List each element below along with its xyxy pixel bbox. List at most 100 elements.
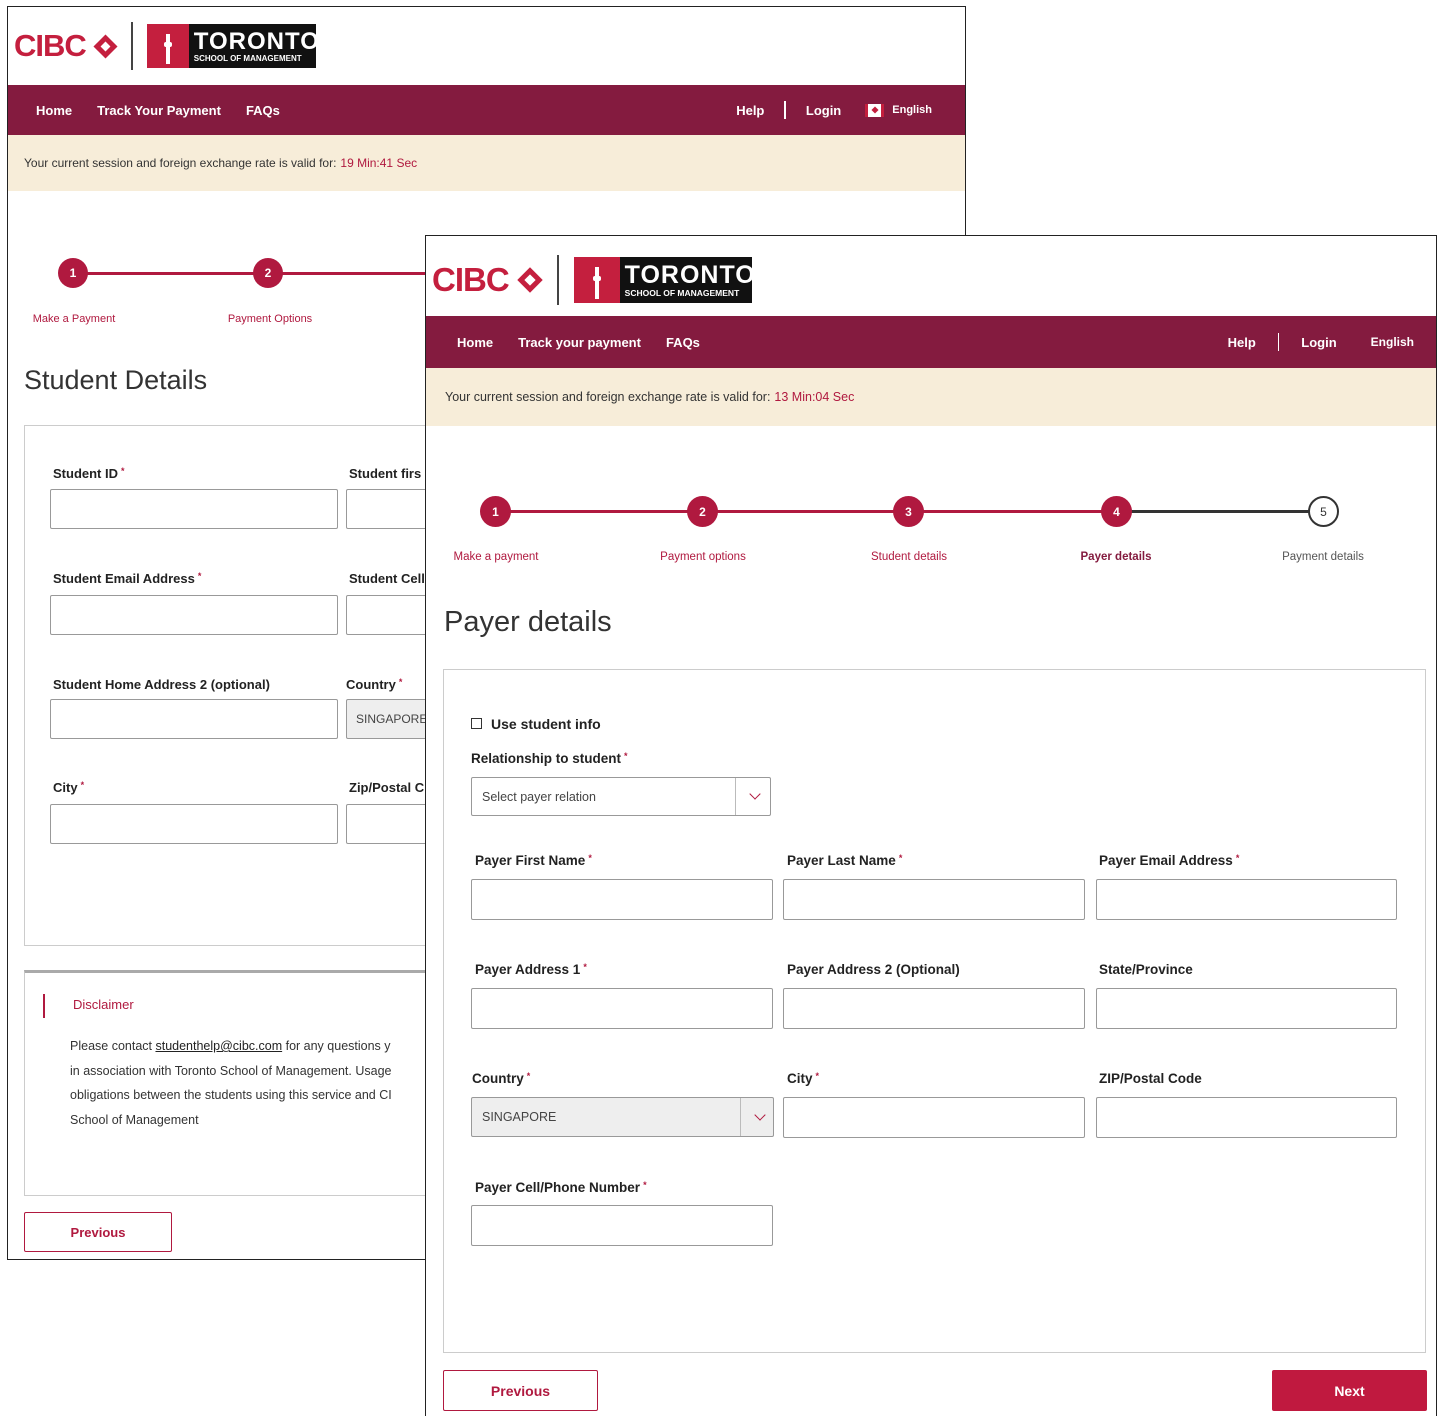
nav-login[interactable]: Login	[806, 103, 841, 118]
payer-first-name-label: Payer First Name *	[475, 853, 592, 868]
step-2-label: Payment options	[660, 551, 746, 563]
logo-divider	[130, 22, 133, 70]
nav-home[interactable]: Home	[457, 335, 493, 350]
step-1-circle: 1	[58, 258, 88, 288]
payer-address2-label: Payer Address 2 (Optional)	[787, 962, 960, 977]
payer-country-select[interactable]: SINGAPORE	[471, 1097, 774, 1137]
school-name: TORONTO	[193, 27, 320, 55]
school-subtitle: SCHOOL OF MANAGEMENT	[624, 287, 740, 298]
main-navbar: Home Track Your Payment FAQs Help Login …	[8, 85, 965, 135]
session-text: Your current session and foreign exchang…	[445, 390, 771, 404]
chevron-down-icon	[749, 788, 761, 800]
step-3-circle: 3	[893, 496, 924, 527]
step-4-label: Payer details	[1080, 551, 1152, 563]
toronto-logo-box: TORONTO SCHOOL OF MANAGEMENT	[188, 24, 320, 68]
payer-country-value: SINGAPORE	[482, 1110, 557, 1124]
relationship-placeholder: Select payer relation	[482, 789, 596, 804]
payer-phone-label: Payer Cell/Phone Number *	[475, 1180, 647, 1195]
step-3-label: Student details	[870, 551, 948, 563]
student-address2-input[interactable]	[50, 699, 338, 739]
main-navbar: Home Track your payment FAQs Help Login …	[426, 316, 1436, 368]
page-title: Student Details	[24, 365, 208, 395]
cibc-diamond-icon	[93, 33, 118, 59]
stepper-track-completed	[496, 510, 1118, 513]
payer-address1-label: Payer Address 1 *	[475, 962, 587, 977]
previous-button[interactable]: Previous	[443, 1370, 598, 1411]
session-timer: 13 Min:04 Sec	[774, 390, 855, 404]
student-zip-label: Zip/Postal C	[349, 780, 425, 795]
nav-track-payment[interactable]: Track your payment	[518, 335, 641, 350]
payer-email-input[interactable]	[1096, 879, 1397, 920]
support-email-link[interactable]: studenthelp@cibc.com	[155, 1039, 282, 1053]
student-email-label: Student Email Address *	[53, 571, 202, 586]
zip-postal-label: ZIP/Postal Code	[1099, 1071, 1202, 1086]
step-4-circle: 4	[1101, 496, 1132, 527]
chevron-down-icon	[754, 1109, 766, 1121]
next-button[interactable]: Next	[1272, 1370, 1427, 1411]
state-province-label: State/Province	[1099, 962, 1193, 977]
stepper-track-remaining	[1118, 510, 1323, 513]
payer-first-name-input[interactable]	[471, 879, 773, 920]
step-2-circle: 2	[253, 258, 283, 288]
zip-postal-input[interactable]	[1096, 1097, 1397, 1138]
toronto-tower-icon	[573, 257, 620, 303]
disclaimer-text: Please contact studenthelp@cibc.com for …	[70, 1039, 392, 1127]
student-cell-label: Student Cell	[349, 571, 425, 586]
payer-last-name-input[interactable]	[783, 879, 1085, 920]
payer-phone-input[interactable]	[471, 1205, 773, 1246]
nav-help[interactable]: Help	[1228, 335, 1256, 350]
payer-address1-input[interactable]	[471, 988, 773, 1029]
session-text: Your current session and foreign exchang…	[24, 156, 337, 170]
step-5-label: Payment details	[1282, 551, 1364, 563]
payer-email-label: Payer Email Address *	[1099, 853, 1240, 868]
logo-bar: CIBC TORONTO SCHOOL OF MANAGEMENT	[14, 21, 320, 71]
payer-city-input[interactable]	[783, 1097, 1085, 1138]
student-city-label: City *	[53, 780, 85, 795]
nav-language[interactable]: English	[1371, 335, 1414, 349]
use-student-info-checkbox[interactable]	[471, 718, 482, 729]
nav-separator	[784, 101, 786, 119]
student-country-label: Country *	[346, 677, 403, 692]
nav-login[interactable]: Login	[1301, 335, 1336, 350]
school-subtitle: SCHOOL OF MANAGEMENT	[193, 53, 302, 63]
disclaimer-accent-bar	[43, 994, 45, 1018]
canada-flag-icon[interactable]	[865, 103, 885, 117]
nav-home[interactable]: Home	[36, 103, 72, 118]
payer-last-name-label: Payer Last Name *	[787, 853, 903, 868]
relationship-select[interactable]: Select payer relation	[471, 777, 771, 816]
page-title: Payer details	[444, 606, 612, 638]
payer-address2-input[interactable]	[783, 988, 1085, 1029]
state-province-input[interactable]	[1096, 988, 1397, 1029]
student-address2-label: Student Home Address 2 (optional)	[53, 677, 270, 692]
student-first-name-label: Student firs	[349, 466, 422, 481]
nav-faqs[interactable]: FAQs	[246, 103, 280, 118]
student-email-input[interactable]	[50, 595, 338, 635]
cibc-diamond-icon	[516, 267, 543, 293]
session-banner: Your current session and foreign exchang…	[426, 368, 1436, 426]
step-5-circle: 5	[1308, 496, 1339, 527]
payer-city-label: City *	[787, 1071, 820, 1086]
relationship-label: Relationship to student *	[471, 751, 628, 766]
step-1-label: Make a Payment	[32, 313, 116, 325]
step-1-circle: 1	[480, 496, 511, 527]
student-city-input[interactable]	[50, 804, 338, 844]
step-1-label: Make a payment	[453, 551, 539, 563]
student-id-label: Student ID *	[53, 466, 125, 481]
use-student-info-label[interactable]: Use student info	[491, 716, 601, 732]
nav-faqs[interactable]: FAQs	[666, 335, 700, 350]
step-2-circle: 2	[687, 496, 718, 527]
step-2-label: Payment Options	[227, 313, 313, 325]
cibc-logo-text: CIBC	[432, 261, 510, 298]
cibc-logo-text: CIBC	[14, 28, 87, 63]
nav-language[interactable]: English	[892, 104, 932, 116]
nav-track-payment[interactable]: Track Your Payment	[97, 103, 221, 118]
logo-divider	[556, 255, 559, 305]
previous-button[interactable]: Previous	[24, 1212, 172, 1252]
toronto-tower-icon	[146, 24, 189, 68]
student-id-input[interactable]	[50, 489, 338, 529]
payer-details-window: CIBC TORONTO SCHOOL OF MANAGEMENT Home T…	[425, 235, 1437, 1416]
nav-help[interactable]: Help	[736, 103, 764, 118]
session-timer: 19 Min:41 Sec	[340, 156, 418, 170]
logo-bar: CIBC TORONTO SCHOOL OF MANAGEMENT	[432, 253, 755, 307]
toronto-logo-box: TORONTO SCHOOL OF MANAGEMENT	[619, 257, 755, 303]
